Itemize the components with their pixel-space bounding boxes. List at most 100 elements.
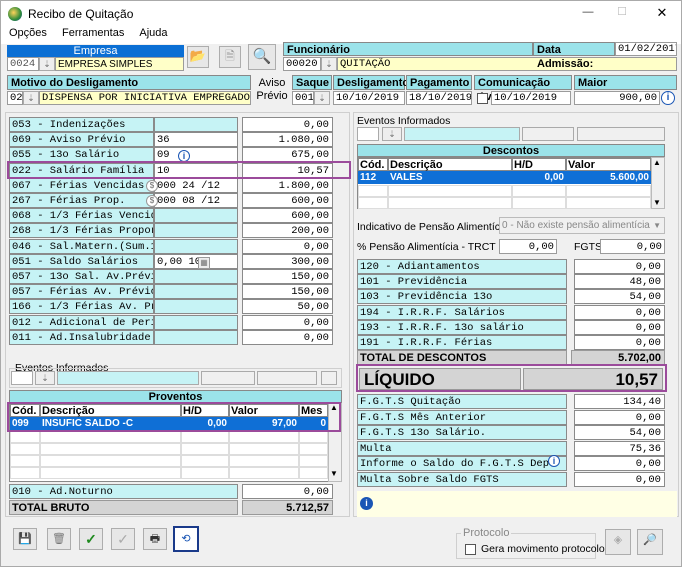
grid-cell[interactable] xyxy=(566,197,651,209)
desligamento-field[interactable]: 10/10/2019 xyxy=(333,91,405,105)
undo-button[interactable]: ⟲ xyxy=(173,526,199,552)
eventos-left-box1[interactable] xyxy=(11,371,33,385)
pct-pensao-field[interactable]: 0,00 xyxy=(499,239,557,254)
grid-cell[interactable] xyxy=(299,467,328,479)
grid-cell[interactable] xyxy=(566,185,651,197)
calendar-icon[interactable]: ▦ xyxy=(198,257,210,269)
grid-cell[interactable] xyxy=(229,455,299,467)
search-person-button[interactable]: 🔎 xyxy=(637,529,663,555)
diamond-button[interactable]: ◈ xyxy=(605,529,631,555)
descontos-col-header[interactable]: Cód. xyxy=(358,158,388,171)
verba-value[interactable]: 150,00 xyxy=(242,284,333,300)
verba-value[interactable]: 0,00 xyxy=(242,314,333,330)
empresa-code[interactable]: 0024 xyxy=(7,57,39,71)
empresa-dropdown-icon[interactable]: ⇣ xyxy=(39,57,55,71)
eventos-left-box3[interactable] xyxy=(257,371,317,385)
verba-value[interactable]: 300,00 xyxy=(242,253,333,269)
grid-cell[interactable] xyxy=(299,443,328,455)
print-button[interactable]: 🖶 xyxy=(143,528,167,550)
deducao-value[interactable]: 54,00 xyxy=(574,289,665,305)
deducao-value[interactable]: 48,00 xyxy=(574,274,665,290)
verba-ref[interactable]: 000 24 /12 xyxy=(154,177,238,193)
open-folder-button[interactable]: 📂 xyxy=(187,46,209,68)
verba-ref[interactable]: 000 08 /12 xyxy=(154,193,238,208)
grid-cell[interactable] xyxy=(299,431,328,443)
verba-value[interactable]: 150,00 xyxy=(242,269,333,284)
verba-ref[interactable] xyxy=(154,299,238,315)
grid-cell[interactable] xyxy=(358,185,388,197)
fgts-field[interactable]: 0,00 xyxy=(600,239,665,254)
grid-cell[interactable] xyxy=(358,197,388,209)
verba-ref[interactable] xyxy=(154,314,238,330)
grid-cell[interactable] xyxy=(229,431,299,443)
descontos-col-header[interactable]: Descrição xyxy=(388,158,512,171)
grid-cell[interactable] xyxy=(40,467,181,479)
grid-cell[interactable] xyxy=(10,431,40,443)
deducao-value[interactable]: 0,00 xyxy=(574,259,665,274)
eventos-right-box1[interactable] xyxy=(357,127,379,141)
motivo-dropdown-icon[interactable]: ⇣ xyxy=(23,91,39,105)
search-button[interactable]: 🔍 xyxy=(248,44,276,70)
verba-value[interactable]: 600,00 xyxy=(242,208,333,224)
motivo-code[interactable]: 02 xyxy=(7,91,23,105)
grid-cell[interactable] xyxy=(181,455,229,467)
scroll-down-icon[interactable]: ▼ xyxy=(330,469,338,478)
verba-value[interactable]: 0,00 xyxy=(242,117,333,132)
fgts-value[interactable]: 54,00 xyxy=(574,425,665,440)
grid-cell[interactable] xyxy=(299,455,328,467)
save-button[interactable]: 💾 xyxy=(13,528,37,550)
eventos-right-box3[interactable] xyxy=(577,127,665,141)
eventos-left-dropdown-icon[interactable]: ⇣ xyxy=(35,371,55,385)
eventos-right-desc[interactable] xyxy=(404,127,520,141)
scroll-up-icon[interactable]: ▲ xyxy=(653,158,661,167)
motivo-text[interactable]: DISPENSA POR INICIATIVA EMPREGADOR xyxy=(39,91,251,105)
eventos-left-box4[interactable] xyxy=(321,371,337,385)
grid-cell[interactable] xyxy=(40,455,181,467)
menu-ferramentas[interactable]: Ferramentas xyxy=(62,27,124,39)
deducao-value[interactable]: 0,00 xyxy=(574,319,665,335)
fgts-value[interactable]: 0,00 xyxy=(574,471,665,487)
grid-cell[interactable] xyxy=(10,467,40,479)
descontos-col-header[interactable]: H/D xyxy=(512,158,566,171)
document-button[interactable]: 🗎 xyxy=(219,46,241,68)
grid-cell[interactable] xyxy=(388,197,512,209)
verba-ref[interactable] xyxy=(154,117,238,132)
verba-ref[interactable] xyxy=(154,329,238,345)
maior-remuneracao-field[interactable]: 900,00 xyxy=(574,91,660,105)
calc-icon[interactable]: $ xyxy=(146,180,158,192)
funcionario-code[interactable]: 00020 xyxy=(283,57,321,71)
eventos-left-desc[interactable] xyxy=(57,371,199,385)
empresa-name[interactable]: EMPRESA SIMPLES xyxy=(55,57,184,71)
eventos-right-dropdown-icon[interactable]: ⇣ xyxy=(382,127,402,141)
grid-cell[interactable] xyxy=(10,455,40,467)
deducao-value[interactable]: 0,00 xyxy=(574,335,665,350)
verba-value[interactable]: 50,00 xyxy=(242,299,333,315)
verba-ref[interactable] xyxy=(154,269,238,284)
grid-cell[interactable] xyxy=(229,467,299,479)
fgts-value[interactable]: 0,00 xyxy=(574,409,665,425)
verba-ref[interactable] xyxy=(154,208,238,224)
verba-value[interactable]: 600,00 xyxy=(242,193,333,208)
verba-ref[interactable] xyxy=(154,284,238,300)
eventos-right-box2[interactable] xyxy=(522,127,574,141)
confirm-button[interactable]: ✓ xyxy=(79,528,103,550)
grid-cell[interactable] xyxy=(229,443,299,455)
descontos-col-header[interactable]: Valor xyxy=(566,158,651,171)
verba-value[interactable]: 0,00 xyxy=(242,329,333,345)
verba-ref[interactable]: 36 xyxy=(154,132,238,148)
grid-cell[interactable] xyxy=(388,185,512,197)
deducao-value[interactable]: 0,00 xyxy=(574,304,665,320)
funcionario-dropdown-icon[interactable]: ⇣ xyxy=(321,57,337,71)
grid-cell[interactable] xyxy=(512,185,566,197)
delete-button[interactable]: 🗑 xyxy=(47,528,71,550)
fgts-value[interactable]: 75,36 xyxy=(574,440,665,456)
verba-value[interactable]: 0,00 xyxy=(242,238,333,254)
descontos-cell-hd[interactable]: 0,00 xyxy=(512,171,566,184)
grid-cell[interactable] xyxy=(40,443,181,455)
protocolo-checkbox[interactable] xyxy=(465,544,476,555)
fgts-value[interactable]: 134,40 xyxy=(574,394,665,409)
eventos-left-box2[interactable] xyxy=(201,371,255,385)
verba-ref[interactable] xyxy=(154,238,238,254)
verba-ref[interactable] xyxy=(154,223,238,239)
grid-cell[interactable] xyxy=(10,443,40,455)
